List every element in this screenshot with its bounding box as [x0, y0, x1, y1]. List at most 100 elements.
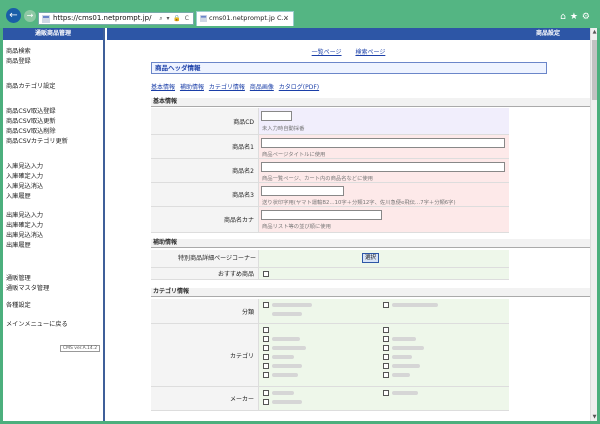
nav-product-image[interactable]: 商品画像 [250, 84, 274, 91]
product-name2-input[interactable] [261, 162, 505, 172]
category-checkbox[interactable] [263, 336, 269, 342]
maker-option-text [272, 391, 294, 395]
category-option-text [392, 364, 420, 368]
sidebar-item-csv-category[interactable]: 商品CSVカテゴリ更新 [6, 136, 68, 145]
category-checkbox[interactable] [263, 354, 269, 360]
product-cd-hint: 未入力時自動採番 [262, 126, 305, 132]
category-option-text [392, 373, 410, 377]
recommend-checkbox[interactable] [263, 271, 269, 277]
top-links: 一覧ページ 検索ページ [107, 47, 590, 56]
scroll-thumb[interactable] [592, 40, 597, 100]
product-name3-input[interactable] [261, 186, 344, 196]
product-kana-label: 商品名カナ [151, 207, 259, 232]
category-checkbox[interactable] [383, 345, 389, 351]
select-corner-button[interactable]: 選択 [362, 253, 379, 263]
maker-checkbox[interactable] [263, 390, 269, 396]
category-checkbox[interactable] [383, 336, 389, 342]
sidebar-item-settings[interactable]: 各種設定 [6, 300, 31, 309]
page-title: 商品ヘッダ情報 [151, 62, 547, 74]
sidebar-item-product-register[interactable]: 商品登録 [6, 56, 31, 65]
browser-toolbar: ← → https://cms01.netprompt.jp/ ⌕ ▾ 🔒 C … [0, 0, 600, 28]
sidebar: 通販商品管理 商品検索 商品登録 商品カテゴリ設定 商品CSV取込登録 商品CS… [3, 28, 105, 421]
vertical-scrollbar[interactable]: ▲ ▼ [590, 28, 597, 421]
sidebar-item-main-menu[interactable]: メインメニューに戻る [6, 319, 68, 328]
category-checkbox[interactable] [383, 363, 389, 369]
sidebar-item-csv-update[interactable]: 商品CSV取込更新 [6, 116, 56, 125]
sidebar-item-stock-in-history[interactable]: 入庫履歴 [6, 191, 31, 200]
page-header: 商品設定 [107, 28, 590, 40]
category-label: カテゴリ [151, 324, 259, 386]
bunrui-checkbox[interactable] [263, 302, 269, 308]
main-content: 商品設定 一覧ページ 検索ページ 商品ヘッダ情報 基本情報 補助情報 カテゴリ情… [107, 28, 590, 421]
product-kana-input[interactable] [261, 210, 382, 220]
scroll-down-icon[interactable]: ▼ [591, 413, 597, 421]
category-option-text [272, 373, 298, 377]
category-option-text [272, 355, 294, 359]
category-checkbox[interactable] [263, 363, 269, 369]
row-bunrui: 分類 [151, 299, 509, 324]
maker-option-text [272, 400, 302, 404]
sidebar-item-stock-in-clear[interactable]: 入庫見込消込 [6, 181, 43, 190]
row-product-name2: 商品名2 商品一覧ページ、カート内の商品名などに使用 [151, 159, 509, 183]
section-category: カテゴリ情報 [151, 288, 590, 297]
sidebar-item-stock-out-confirm[interactable]: 出庫確定入力 [6, 220, 43, 229]
category-checkbox[interactable] [263, 372, 269, 378]
category-option-text [272, 346, 306, 350]
category-checkbox[interactable] [263, 327, 269, 333]
product-name2-hint: 商品一覧ページ、カート内の商品名などに使用 [262, 176, 373, 182]
product-name1-input[interactable] [261, 138, 505, 148]
row-category: カテゴリ [151, 324, 509, 387]
home-icon[interactable]: ⌂ [560, 12, 570, 22]
category-checkbox[interactable] [383, 372, 389, 378]
section-aux: 補助情報 [151, 239, 590, 248]
product-cd-label: 商品CD [151, 108, 259, 134]
nav-catalog-pdf[interactable]: カタログ(PDF) [279, 84, 319, 91]
maker-checkbox[interactable] [263, 399, 269, 405]
sidebar-item-stock-in-confirm[interactable]: 入庫確定入力 [6, 171, 43, 180]
sidebar-item-mail-master[interactable]: 通販マスタ管理 [6, 283, 49, 292]
gear-icon[interactable]: ⚙ [582, 12, 594, 22]
product-name3-hint: 送り状印字用(ヤマト運輸B2…10字＋分類12字、佐川急便e飛伝…7字＋分類6字… [262, 200, 456, 206]
category-checkbox[interactable] [263, 345, 269, 351]
product-name3-label: 商品名3 [151, 183, 259, 206]
sidebar-item-product-search[interactable]: 商品検索 [6, 46, 31, 55]
category-checkbox[interactable] [383, 327, 389, 333]
sidebar-item-stock-in-plan[interactable]: 入庫見込入力 [6, 161, 43, 170]
product-name1-label: 商品名1 [151, 135, 259, 158]
product-cd-input[interactable] [261, 111, 292, 121]
row-product-kana: 商品名カナ 商品リスト等の並び順に使用 [151, 207, 509, 233]
scroll-up-icon[interactable]: ▲ [591, 28, 597, 36]
browser-window: ← → https://cms01.netprompt.jp/ ⌕ ▾ 🔒 C … [0, 0, 600, 424]
address-tools-icon[interactable]: ⌕ ▾ 🔒 C [159, 13, 190, 24]
maker-label: メーカー [151, 387, 259, 410]
sidebar-item-stock-out-history[interactable]: 出庫履歴 [6, 240, 31, 249]
recommend-label: おすすめ商品 [151, 268, 259, 279]
site-icon [42, 15, 50, 23]
sidebar-item-stock-out-plan[interactable]: 出庫見込入力 [6, 210, 43, 219]
sidebar-item-csv-register[interactable]: 商品CSV取込登録 [6, 106, 56, 115]
nav-basic-info[interactable]: 基本情報 [151, 84, 175, 91]
sidebar-item-mail-order[interactable]: 通販管理 [6, 273, 31, 282]
forward-arrow-icon[interactable]: → [24, 10, 36, 22]
product-name1-hint: 商品ページタイトルに使用 [262, 152, 326, 158]
nav-category-info[interactable]: カテゴリ情報 [209, 84, 245, 91]
back-arrow-icon[interactable]: ← [6, 8, 21, 23]
nav-aux-info[interactable]: 補助情報 [180, 84, 204, 91]
tab-icon [200, 15, 207, 22]
sidebar-item-stock-out-clear[interactable]: 出庫見込消込 [6, 230, 43, 239]
maker-checkbox[interactable] [383, 390, 389, 396]
version-badge: CMS ver.A.14.2 [60, 345, 101, 352]
category-option-text [392, 346, 424, 350]
sidebar-item-category-setting[interactable]: 商品カテゴリ設定 [6, 81, 56, 90]
search-page-link[interactable]: 検索ページ [355, 49, 385, 56]
close-tab-icon[interactable]: × [283, 12, 289, 25]
sidebar-item-csv-delete[interactable]: 商品CSV取込削除 [6, 126, 56, 135]
browser-tab[interactable]: cms01.netprompt.jp C... × [196, 11, 294, 26]
address-bar[interactable]: https://cms01.netprompt.jp/ ⌕ ▾ 🔒 C [38, 12, 194, 25]
list-page-link[interactable]: 一覧ページ [312, 49, 342, 56]
bunrui-checkbox[interactable] [383, 302, 389, 308]
star-icon[interactable]: ★ [570, 12, 582, 22]
bunrui-option-text [272, 303, 312, 307]
category-checkbox[interactable] [383, 354, 389, 360]
sidebar-header: 通販商品管理 [3, 28, 103, 40]
